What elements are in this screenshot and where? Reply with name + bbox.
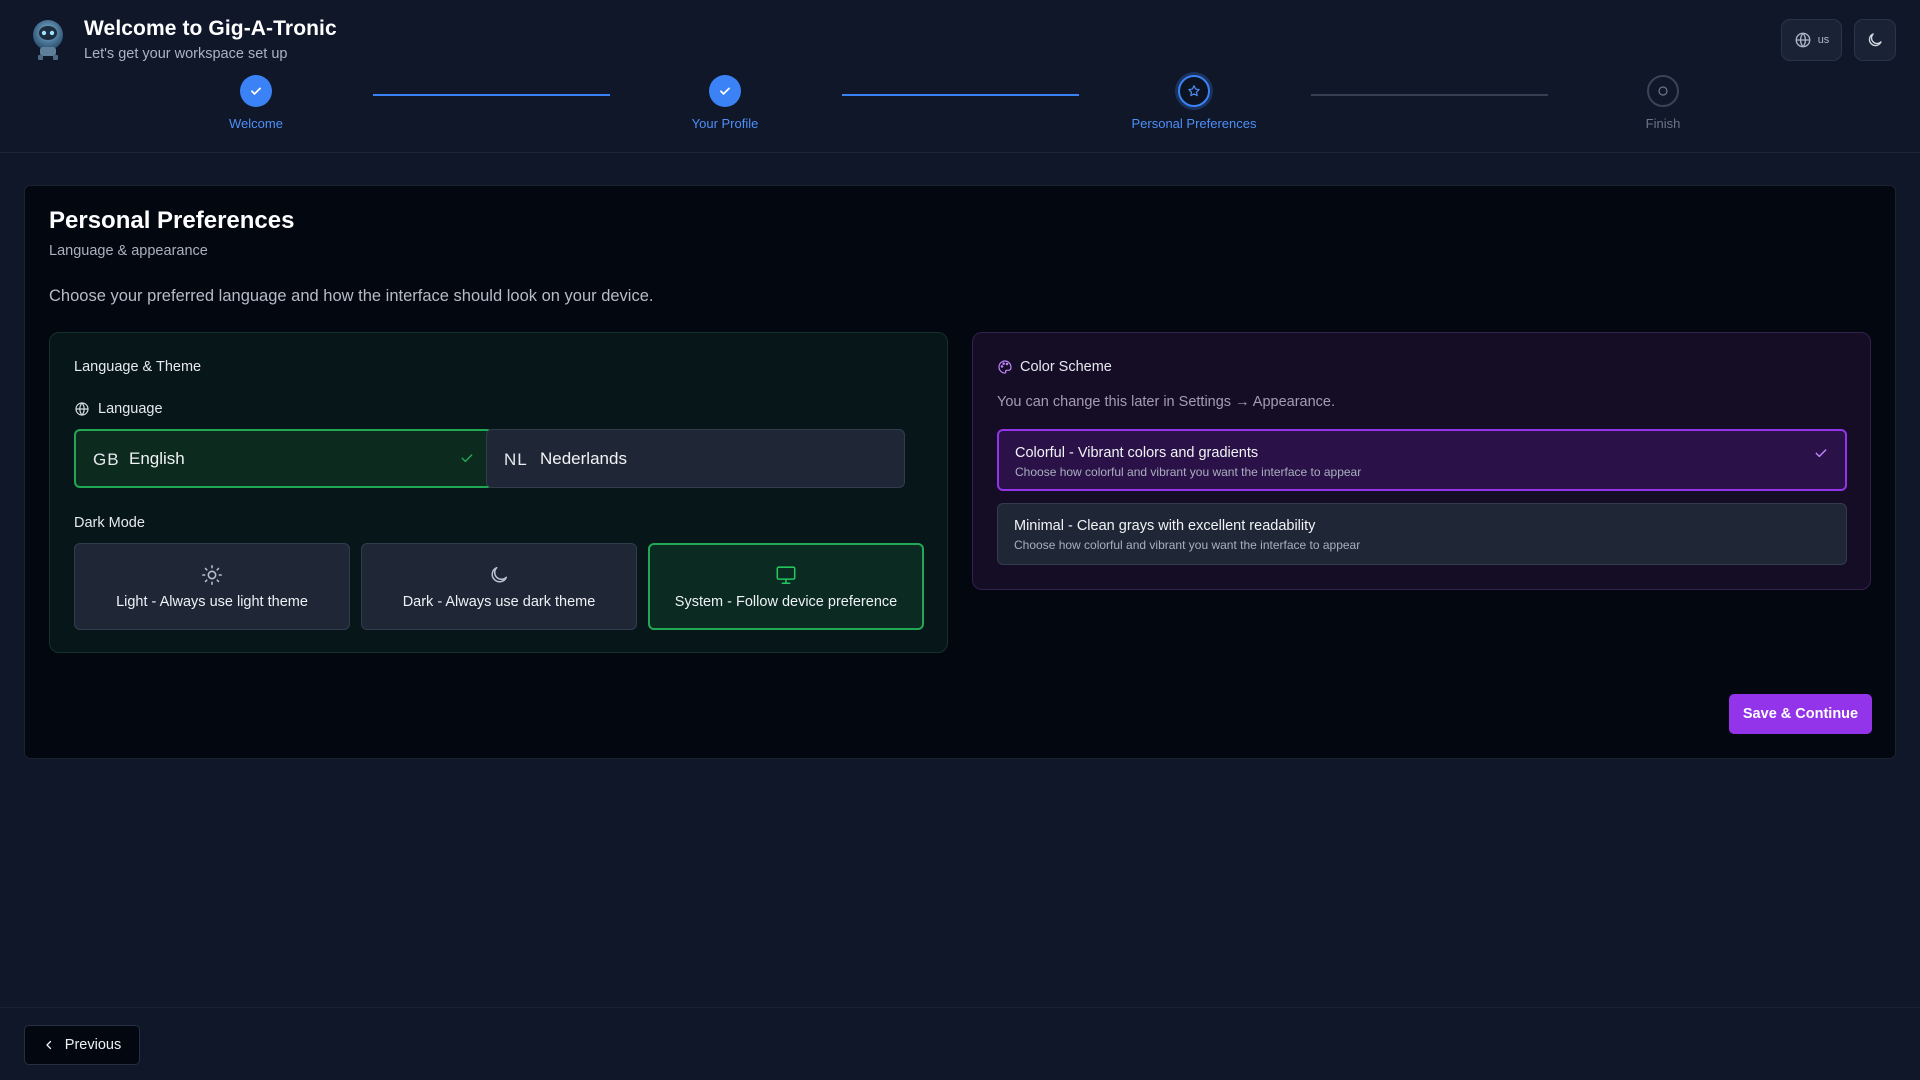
step-complete-indicator <box>709 75 741 107</box>
onboarding-app: Welcome to Gig-A-Tronic Let's get your w… <box>0 0 1920 1080</box>
previous-label: Previous <box>64 1037 122 1053</box>
dark-mode-option-label: System - Follow device preference <box>674 593 898 610</box>
save-continue-button[interactable]: Save & Continue <box>1729 694 1872 734</box>
step-welcome[interactable]: Welcome <box>156 75 356 131</box>
monitor-icon <box>776 565 796 584</box>
progress-stepper: Welcome Your Profile Personal Preference… <box>0 75 1920 145</box>
language-name: Nederlands <box>540 448 627 468</box>
step-pending-indicator <box>1647 75 1679 107</box>
moon-icon <box>1868 33 1882 47</box>
language-option-nederlands[interactable]: NL Nederlands <box>486 429 905 488</box>
step-connector <box>1311 94 1548 96</box>
check-icon <box>461 454 473 463</box>
theme-toggle-button[interactable] <box>1854 19 1896 61</box>
language-code: NL <box>504 449 528 469</box>
previous-button[interactable]: Previous <box>24 1025 140 1065</box>
step-connector <box>842 94 1079 96</box>
panel-title-row: Color Scheme <box>997 359 1112 375</box>
dark-mode-label: Dark Mode <box>74 515 145 531</box>
header: Welcome to Gig-A-Tronic Let's get your w… <box>0 0 1920 153</box>
globe-icon <box>75 402 89 416</box>
chevron-left-icon <box>46 1040 51 1050</box>
app-subtitle: Let's get your workspace set up <box>84 46 288 62</box>
dark-mode-option-label: Light - Always use light theme <box>116 593 308 610</box>
palette-icon <box>998 360 1012 374</box>
language-theme-panel: Language & Theme Language GB English NL … <box>49 332 948 653</box>
dark-mode-option-label: Dark - Always use dark theme <box>402 593 596 610</box>
option-description: Choose how colorful and vibrant you want… <box>1015 465 1362 479</box>
star-icon <box>1188 85 1200 97</box>
option-title: Colorful - Vibrant colors and gradients <box>1015 445 1259 461</box>
language-switch-button[interactable]: us <box>1781 19 1842 61</box>
language-section-label: Language <box>74 401 163 417</box>
page-subtitle: Language & appearance <box>49 243 208 259</box>
language-switch-label: us <box>1817 34 1830 46</box>
moon-icon <box>491 566 508 583</box>
color-scheme-option-colorful[interactable]: Colorful - Vibrant colors and gradients … <box>997 429 1847 491</box>
language-option-english[interactable]: GB English <box>74 429 493 488</box>
sun-icon <box>202 564 222 585</box>
language-label: Language <box>98 401 163 417</box>
color-scheme-note: You can change this later in Settings → … <box>997 394 1336 410</box>
dark-mode-option-dark[interactable]: Dark - Always use dark theme <box>361 543 637 630</box>
dark-mode-option-system[interactable]: System - Follow device preference <box>648 543 924 630</box>
page-title: Personal Preferences <box>49 207 295 234</box>
option-description: Choose how colorful and vibrant you want… <box>1014 538 1361 552</box>
page-description: Choose your preferred language and how t… <box>49 287 654 305</box>
step-label: Your Profile <box>691 116 759 131</box>
language-code: GB <box>93 449 120 469</box>
step-finish[interactable]: Finish <box>1563 75 1763 131</box>
app-title: Welcome to Gig-A-Tronic <box>84 17 337 40</box>
step-active-indicator <box>1178 75 1210 107</box>
step-label: Welcome <box>229 116 283 131</box>
color-scheme-panel: Color Scheme You can change this later i… <box>972 332 1871 590</box>
step-personal-preferences[interactable]: Personal Preferences <box>1094 75 1294 131</box>
check-icon <box>251 87 261 95</box>
robot-avatar-icon <box>33 20 63 60</box>
panel-title: Language & Theme <box>74 359 202 375</box>
check-icon <box>720 87 730 95</box>
step-connector <box>373 94 610 96</box>
step-your-profile[interactable]: Your Profile <box>625 75 825 131</box>
language-name: English <box>129 448 185 468</box>
panel-title: Color Scheme <box>1020 359 1112 375</box>
option-title: Minimal - Clean grays with excellent rea… <box>1014 518 1316 534</box>
globe-icon <box>1795 32 1811 48</box>
dark-mode-option-light[interactable]: Light - Always use light theme <box>74 543 350 630</box>
footer: Previous <box>0 1007 1920 1080</box>
step-complete-indicator <box>240 75 272 107</box>
step-label: Personal Preferences <box>1131 116 1257 131</box>
preferences-card: Personal Preferences Language & appearan… <box>24 185 1896 759</box>
check-icon <box>1815 449 1827 458</box>
step-label: Finish <box>1645 116 1681 131</box>
circle-icon <box>1658 86 1668 96</box>
color-scheme-option-minimal[interactable]: Minimal - Clean grays with excellent rea… <box>997 503 1847 565</box>
